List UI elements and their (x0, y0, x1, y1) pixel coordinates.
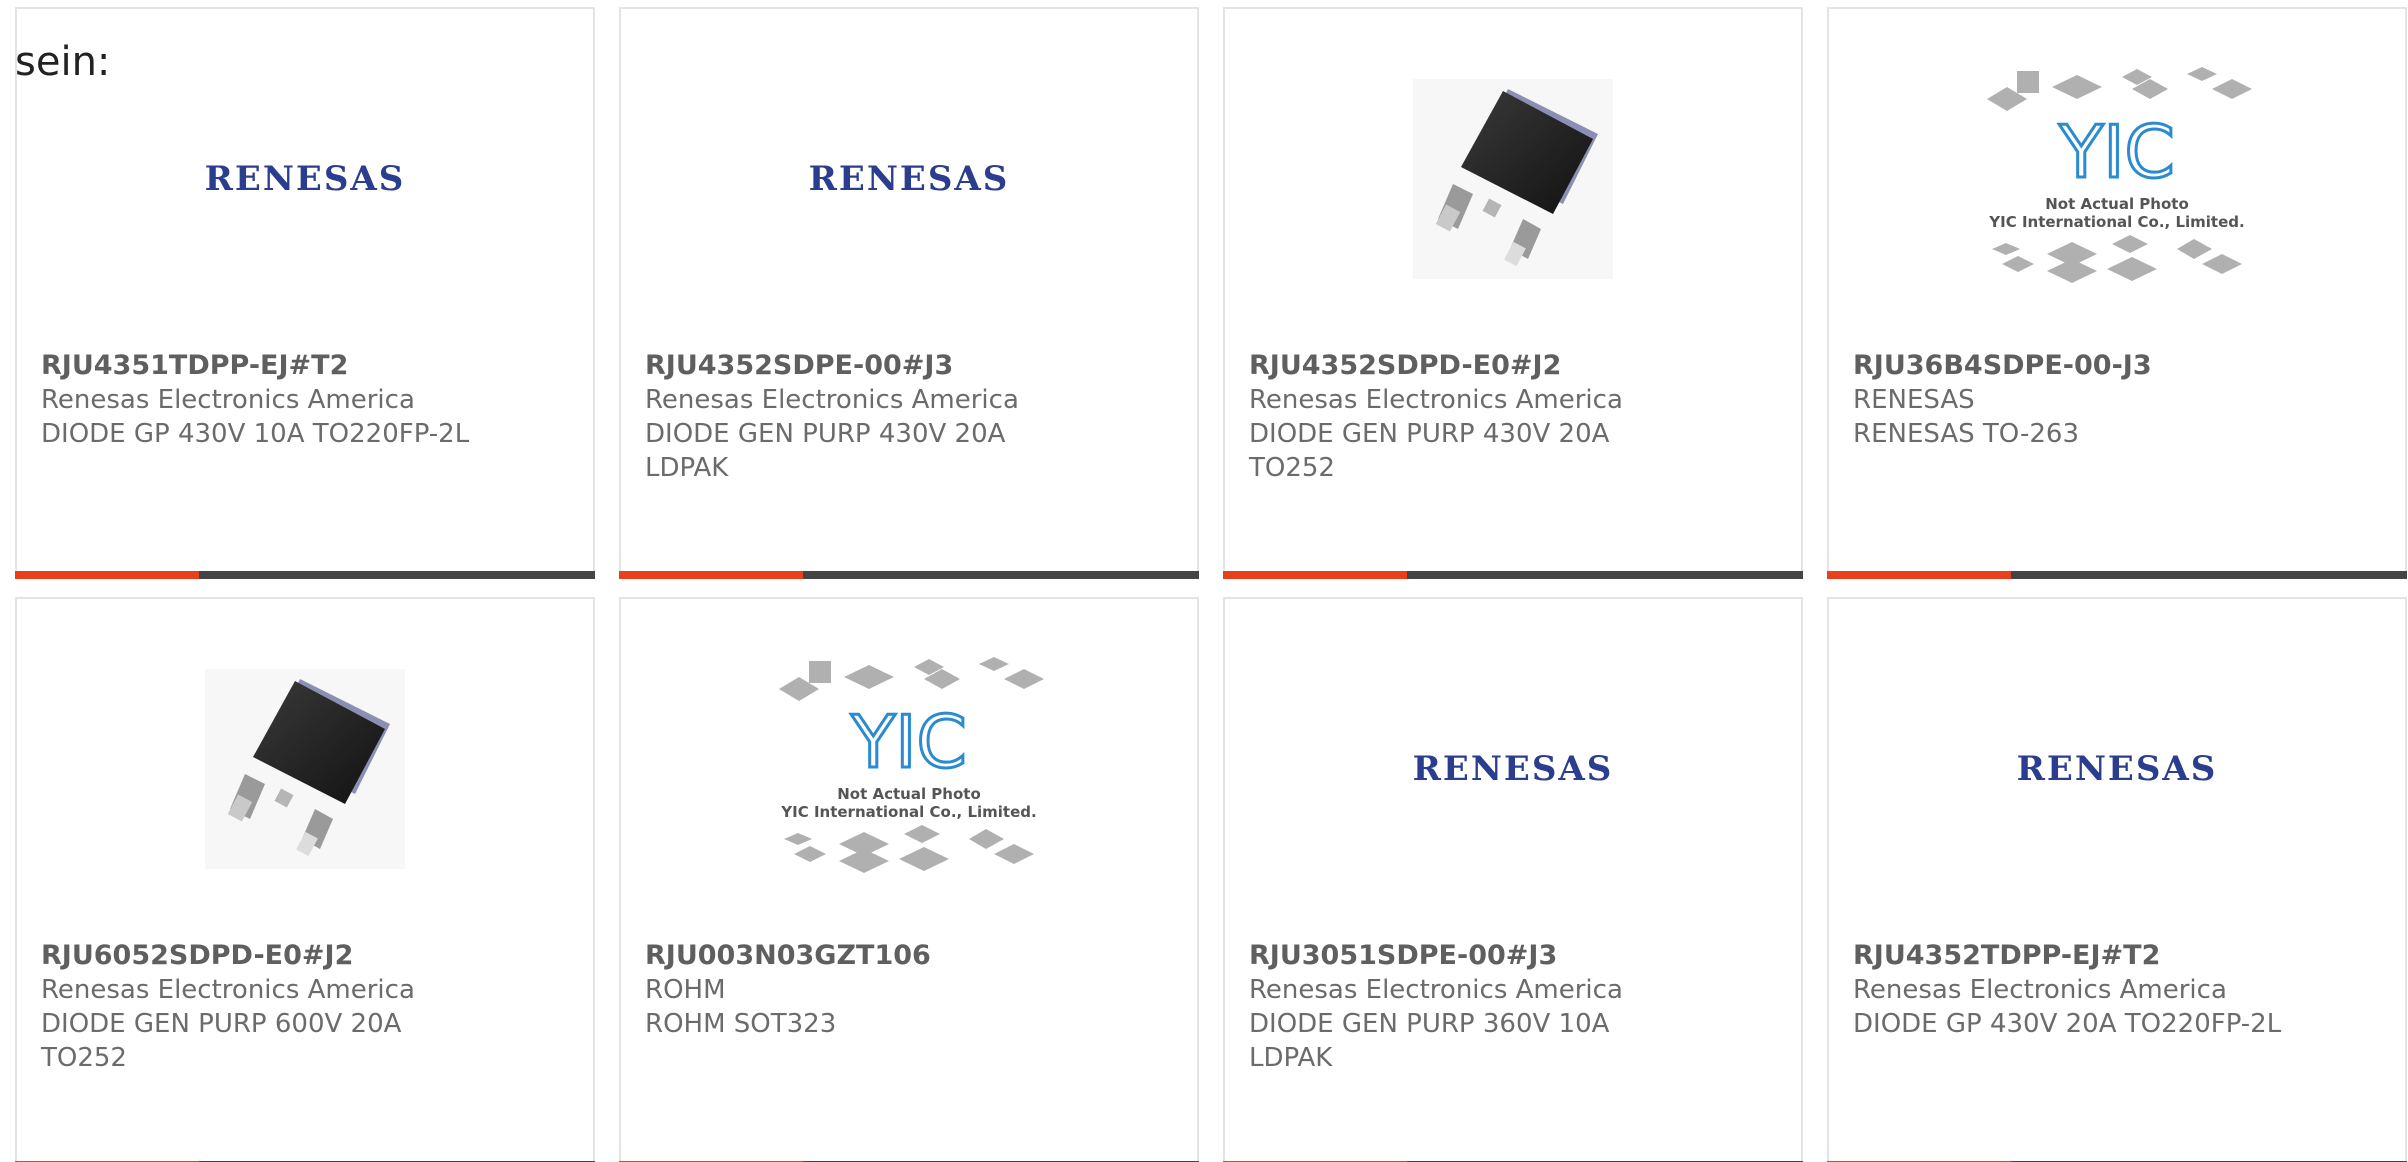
product-image[interactable]: YIC Not Actual Photo YIC International C… (621, 657, 1197, 879)
product-card[interactable]: RENESAS RJU3051SDPE-00#J3 Renesas Electron… (1223, 597, 1803, 1162)
product-manufacturer: Renesas Electronics America (1853, 975, 2227, 1005)
card-bar-rest (803, 571, 1199, 579)
product-manufacturer: RENESAS (1853, 385, 1975, 415)
product-manufacturer: ROHM (645, 975, 726, 1005)
card-bar-rest (1407, 571, 1803, 579)
product-part-number[interactable]: RJU4352SDPE-00#J3 (645, 349, 1173, 383)
svg-text:YIC: YIC (2058, 110, 2175, 194)
product-card[interactable]: RJU4352SDPD-E0#J2 Renesas Electronics Ame… (1223, 7, 1803, 579)
product-info: RJU4351TDPP-EJ#T2 Renesas Electronics Ame… (41, 349, 569, 451)
product-description: RENESAS TO-263 (1853, 419, 2079, 449)
product-card[interactable]: RJU6052SDPD-E0#J2 Renesas Electronics Ame… (15, 597, 595, 1162)
product-card[interactable]: RENESAS RJU4352SDPE-00#J3 Renesas Electron… (619, 7, 1199, 579)
product-image[interactable]: RENESAS (1829, 659, 2405, 879)
product-info: RJU36B4SDPE-00-J3 RENESAS RENESAS TO-263 (1853, 349, 2381, 451)
product-description: DIODE GP 430V 10A TO220FP-2L (41, 419, 470, 449)
product-part-number[interactable]: RJU6052SDPD-E0#J2 (41, 939, 569, 973)
product-info: RJU6052SDPD-E0#J2 Renesas Electronics Ame… (41, 939, 569, 1075)
renesas-logo: RENESAS (204, 159, 406, 199)
product-part-number[interactable]: RJU003N03GZT106 (645, 939, 1173, 973)
product-info: RJU4352TDPP-EJ#T2 Renesas Electronics Ame… (1853, 939, 2381, 1041)
product-part-number[interactable]: RJU4352SDPD-E0#J2 (1249, 349, 1777, 383)
product-grid-page: RENESAS RJU4351TDPP-EJ#T2 Renesas Electron… (0, 0, 2408, 1162)
card-bottom-bar (619, 571, 1199, 579)
card-bottom-bar (1827, 571, 2407, 579)
yic-line1: Not Actual Photo (2045, 195, 2189, 213)
product-image[interactable] (1225, 69, 1801, 289)
card-bar-accent (1827, 571, 2011, 579)
card-bar-rest (2011, 571, 2407, 579)
product-grid: RENESAS RJU4351TDPP-EJ#T2 Renesas Electron… (15, 7, 2407, 1162)
product-manufacturer: Renesas Electronics America (41, 385, 415, 415)
product-card[interactable]: RENESAS RJU4351TDPP-EJ#T2 Renesas Electron… (15, 7, 595, 579)
product-info: RJU4352SDPE-00#J3 Renesas Electronics Ame… (645, 349, 1173, 485)
product-card[interactable]: YIC Not Actual Photo YIC International C… (1827, 7, 2407, 579)
card-bar-rest (199, 571, 595, 579)
to252-package-image (205, 669, 405, 869)
product-image[interactable]: RENESAS (17, 69, 593, 289)
card-bottom-bar (1223, 571, 1803, 579)
to252-package-image (1413, 79, 1613, 279)
yic-placeholder-image: YIC Not Actual Photo YIC International C… (779, 657, 1044, 873)
renesas-logo: RENESAS (2016, 749, 2218, 789)
product-manufacturer: Renesas Electronics America (41, 975, 415, 1005)
product-image[interactable] (17, 659, 593, 879)
card-bar-accent (1223, 571, 1407, 579)
svg-text:YIC: YIC (850, 700, 967, 784)
renesas-logo: RENESAS (808, 159, 1010, 199)
product-manufacturer: Renesas Electronics America (1249, 385, 1623, 415)
lead-text: sein: (15, 39, 111, 85)
product-description: DIODE GEN PURP 600V 20A TO252 (41, 1009, 402, 1073)
product-manufacturer: Renesas Electronics America (1249, 975, 1623, 1005)
yic-line2: YIC International Co., Limited. (780, 803, 1036, 821)
product-info: RJU4352SDPD-E0#J2 Renesas Electronics Ame… (1249, 349, 1777, 485)
yic-line1: Not Actual Photo (837, 785, 981, 803)
product-manufacturer: Renesas Electronics America (645, 385, 1019, 415)
product-part-number[interactable]: RJU3051SDPE-00#J3 (1249, 939, 1777, 973)
product-description: ROHM SOT323 (645, 1009, 837, 1039)
product-part-number[interactable]: RJU4352TDPP-EJ#T2 (1853, 939, 2381, 973)
product-part-number[interactable]: RJU4351TDPP-EJ#T2 (41, 349, 569, 383)
card-bar-accent (15, 571, 199, 579)
card-bottom-bar (15, 571, 595, 579)
product-info: RJU3051SDPE-00#J3 Renesas Electronics Ame… (1249, 939, 1777, 1075)
product-card[interactable]: YIC Not Actual Photo YIC International C… (619, 597, 1199, 1162)
product-description: DIODE GEN PURP 360V 10A LDPAK (1249, 1009, 1610, 1073)
product-image[interactable]: YIC Not Actual Photo YIC International C… (1829, 67, 2405, 289)
yic-line2: YIC International Co., Limited. (1988, 213, 2244, 231)
product-card[interactable]: RENESAS RJU4352TDPP-EJ#T2 Renesas Electron… (1827, 597, 2407, 1162)
product-description: DIODE GEN PURP 430V 20A LDPAK (645, 419, 1006, 483)
yic-placeholder-image: YIC Not Actual Photo YIC International C… (1987, 67, 2252, 283)
product-description: DIODE GEN PURP 430V 20A TO252 (1249, 419, 1610, 483)
card-bar-accent (619, 571, 803, 579)
product-info: RJU003N03GZT106 ROHM ROHM SOT323 (645, 939, 1173, 1041)
renesas-logo: RENESAS (1412, 749, 1614, 789)
product-image[interactable]: RENESAS (1225, 659, 1801, 879)
product-image[interactable]: RENESAS (621, 69, 1197, 289)
product-part-number[interactable]: RJU36B4SDPE-00-J3 (1853, 349, 2381, 383)
product-description: DIODE GP 430V 20A TO220FP-2L (1853, 1009, 2282, 1039)
